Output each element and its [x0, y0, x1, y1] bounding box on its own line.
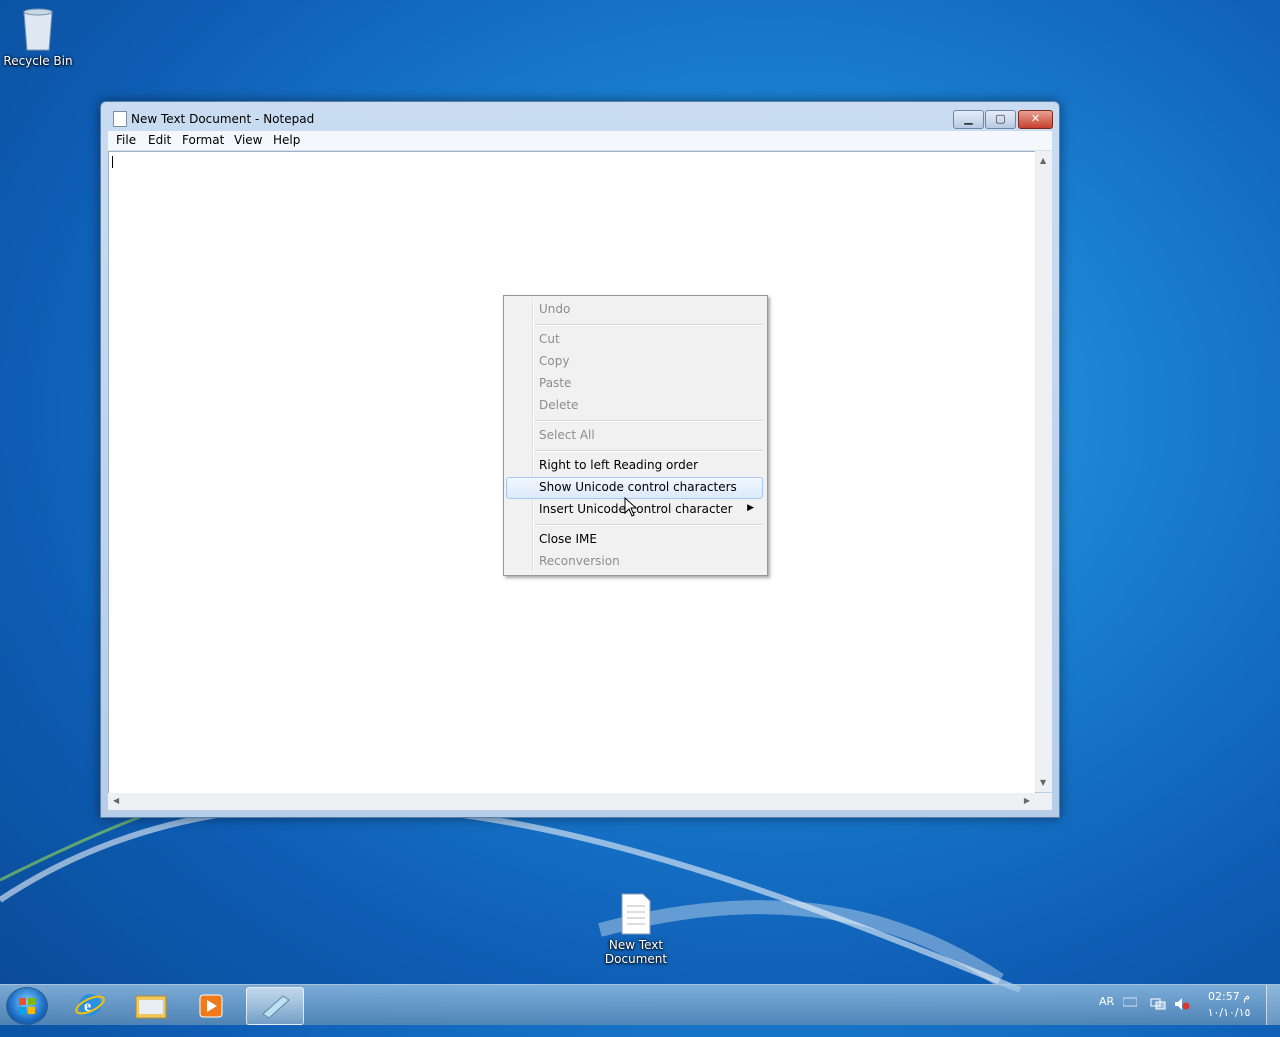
recycle-bin-desktop-icon[interactable]: Recycle Bin	[0, 6, 76, 68]
menu-item-select-all[interactable]: Select All	[506, 425, 763, 445]
menu-help[interactable]: Help	[273, 133, 300, 147]
text-file-icon	[619, 892, 653, 936]
text-caret	[112, 156, 113, 168]
menu-item-undo[interactable]: Undo	[506, 299, 763, 319]
notepad-app-icon	[262, 995, 290, 1019]
desktop-icon-label-line2: Document	[604, 952, 668, 966]
close-button[interactable]: ✕	[1018, 110, 1053, 129]
new-text-document-desktop-icon[interactable]: New Text Document	[598, 892, 674, 966]
recycle-bin-label: Recycle Bin	[3, 54, 73, 68]
scroll-down-icon[interactable]: ▼	[1040, 778, 1046, 787]
recycle-bin-icon	[20, 6, 56, 52]
menu-separator	[535, 324, 763, 326]
vertical-scrollbar[interactable]: ▲ ▼	[1035, 151, 1052, 792]
window-title: New Text Document - Notepad	[131, 112, 315, 126]
menu-item-close-ime[interactable]: Close IME	[506, 529, 763, 549]
menu-separator	[535, 524, 763, 526]
menu-item-paste[interactable]: Paste	[506, 373, 763, 393]
notepad-taskbar-button[interactable]	[246, 987, 304, 1025]
menu-item-rtl-reading-order[interactable]: Right to left Reading order	[506, 455, 763, 475]
context-menu: Undo Cut Copy Paste Delete Select All Ri…	[503, 295, 768, 576]
menu-item-cut[interactable]: Cut	[506, 329, 763, 349]
keyboard-icon[interactable]	[1122, 997, 1138, 1037]
internet-explorer-taskbar-button[interactable]: e	[62, 987, 118, 1023]
desktop-icon-label-line1: New Text	[608, 938, 664, 952]
clock-date: ١٠/١٠/١٥	[1207, 1006, 1251, 1019]
notepad-icon	[113, 111, 127, 127]
scroll-right-icon[interactable]: ▶	[1024, 796, 1030, 805]
libraries-taskbar-button[interactable]	[123, 987, 179, 1023]
scroll-up-icon[interactable]: ▲	[1040, 156, 1046, 165]
menu-item-copy[interactable]: Copy	[506, 351, 763, 371]
menu-bar: File Edit Format View Help	[108, 131, 1052, 151]
media-player-taskbar-button[interactable]	[184, 987, 240, 1023]
maximize-button[interactable]: ▢	[985, 110, 1016, 129]
media-player-icon	[199, 994, 223, 1018]
clock-time: 02:57 م	[1207, 990, 1250, 1003]
menu-item-show-unicode-control[interactable]: Show Unicode control characters	[506, 477, 763, 499]
menu-format[interactable]: Format	[182, 133, 224, 147]
title-bar[interactable]: New Text Document - Notepad ▁ ▢ ✕	[101, 102, 1059, 132]
system-clock[interactable]: 02:57 م ١٠/١٠/١٥	[1202, 989, 1256, 1021]
show-desktop-button[interactable]	[1266, 985, 1280, 1025]
language-indicator[interactable]: AR	[1099, 995, 1114, 1035]
scroll-left-icon[interactable]: ◀	[113, 796, 119, 805]
menu-item-reconversion[interactable]: Reconversion	[506, 551, 763, 571]
submenu-arrow-icon: ▶	[747, 503, 754, 513]
menu-file[interactable]: File	[116, 133, 136, 147]
mouse-cursor-icon	[624, 497, 638, 517]
horizontal-scrollbar[interactable]: ◀ ▶	[108, 793, 1035, 810]
menu-item-delete[interactable]: Delete	[506, 395, 763, 415]
volume-muted-icon[interactable]	[1174, 997, 1190, 1037]
menu-view[interactable]: View	[234, 133, 262, 147]
windows-logo-icon	[19, 998, 35, 1014]
menu-separator	[535, 420, 763, 422]
folder-icon	[135, 995, 167, 1019]
start-button[interactable]	[6, 987, 48, 1025]
resize-grip-icon[interactable]	[1035, 793, 1052, 810]
network-icon[interactable]	[1150, 997, 1166, 1037]
internet-explorer-icon: e	[75, 994, 105, 1016]
menu-edit[interactable]: Edit	[148, 133, 171, 147]
taskbar: e AR 02:57 م ١٠/١٠/١٥	[0, 984, 1280, 1025]
menu-separator	[535, 450, 763, 452]
minimize-button[interactable]: ▁	[953, 110, 984, 129]
